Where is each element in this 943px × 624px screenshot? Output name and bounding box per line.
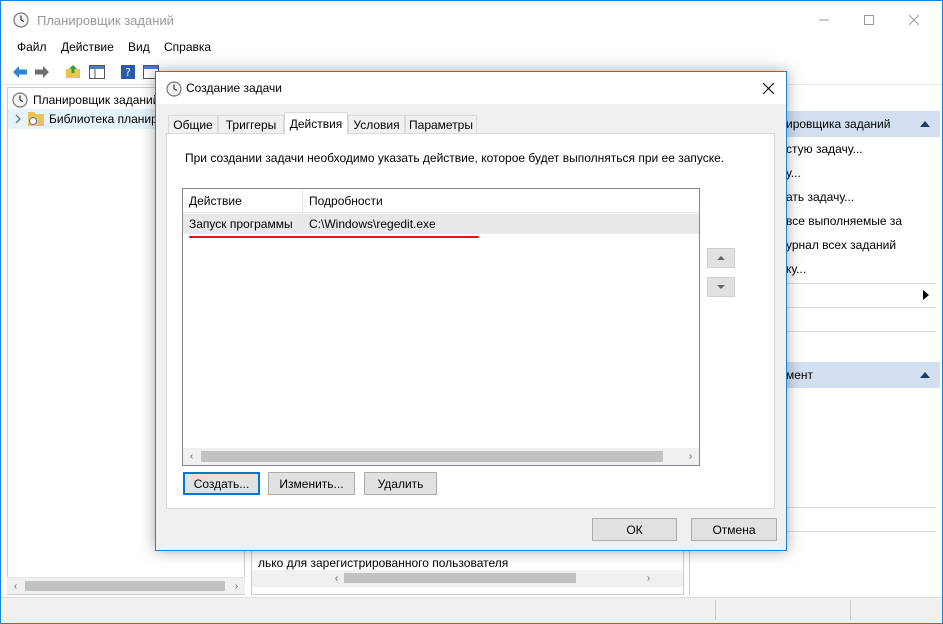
list-header: Действие Подробности	[183, 189, 699, 213]
scroll-left-icon[interactable]: ‹	[183, 448, 200, 465]
scroll-right-icon[interactable]: ›	[682, 448, 699, 465]
tab-actions[interactable]: Действия	[284, 112, 348, 135]
left-pane-scrollbar[interactable]: ‹ ›	[7, 577, 245, 594]
menu-action[interactable]: Действие	[61, 40, 114, 54]
separator	[776, 531, 936, 532]
close-icon	[909, 15, 919, 25]
minimize-icon	[819, 19, 829, 21]
scroll-left-icon[interactable]: ‹	[7, 578, 24, 595]
actions-header-label: ировщика заданий	[786, 117, 891, 131]
delete-button[interactable]: Удалить	[364, 472, 437, 495]
dialog-title: Создание задачи	[186, 81, 282, 95]
menu-file[interactable]: Файл	[17, 40, 47, 54]
arrow-up-icon	[717, 256, 725, 260]
table-row[interactable]: Запуск программы C:\Windows\regedit.exe	[183, 214, 699, 238]
back-arrow-icon	[13, 66, 27, 78]
edit-button[interactable]: Изменить...	[268, 472, 355, 495]
actions-header-label: мент	[786, 368, 814, 382]
action-create-task[interactable]: у...	[786, 166, 801, 180]
scroll-right-icon[interactable]: ›	[640, 570, 657, 587]
move-down-button[interactable]	[707, 277, 735, 297]
ok-button[interactable]: ОК	[592, 518, 677, 541]
tree-library-label: Библиотека планир	[49, 112, 158, 126]
separator	[776, 283, 936, 284]
arrow-down-icon	[717, 285, 725, 289]
move-up-button[interactable]	[707, 248, 735, 268]
separator	[776, 331, 936, 332]
maximize-button[interactable]	[846, 1, 892, 39]
action-create-basic-task[interactable]: стую задачу...	[786, 142, 863, 156]
close-icon	[762, 82, 774, 94]
forward-button[interactable]	[32, 62, 52, 82]
help-icon: ?	[121, 65, 135, 79]
status-segment	[1, 600, 716, 620]
center-status-text: лько для зарегистрированного пользовател…	[258, 556, 509, 570]
cell-action: Запуск программы	[189, 217, 293, 231]
close-button[interactable]	[891, 1, 937, 39]
tab-settings[interactable]: Параметры	[405, 115, 477, 134]
tab-conditions[interactable]: Условия	[348, 115, 405, 134]
submenu-arrow-icon[interactable]	[923, 290, 929, 300]
scroll-right-icon[interactable]: ›	[228, 578, 245, 595]
center-pane-scrollbar[interactable]: ‹ ›	[252, 570, 683, 587]
cancel-button[interactable]: Отмена	[691, 518, 777, 541]
actions-description: При создании задачи необходимо указать д…	[185, 151, 725, 165]
status-segment	[716, 600, 851, 620]
clock-icon	[13, 12, 29, 28]
main-titlebar[interactable]: Планировщик заданий	[1, 1, 942, 39]
dialog-close-button[interactable]	[750, 72, 786, 104]
highlight-underline	[189, 236, 479, 238]
scroll-thumb[interactable]	[344, 573, 576, 583]
menu-help[interactable]: Справка	[164, 40, 211, 54]
scroll-thumb[interactable]	[201, 451, 663, 462]
main-window-title: Планировщик заданий	[37, 13, 174, 28]
separator	[776, 507, 936, 508]
actions-tab-page: При создании задачи необходимо указать д…	[166, 133, 775, 509]
separator	[776, 307, 936, 308]
folder-up-icon	[66, 65, 80, 78]
dialog-titlebar[interactable]: Создание задачи	[156, 72, 786, 104]
clock-icon	[12, 92, 28, 108]
help-button[interactable]: ?	[118, 62, 138, 82]
statusbar	[1, 597, 942, 623]
column-action[interactable]: Действие	[183, 189, 303, 213]
action-import-task[interactable]: ать задачу...	[786, 190, 854, 204]
create-task-dialog: Создание задачи Общие Триггеры Действия …	[155, 71, 787, 551]
action-new-folder[interactable]: ку...	[786, 262, 806, 276]
collapse-up-icon[interactable]	[920, 121, 930, 127]
chevron-right-icon[interactable]	[15, 114, 22, 124]
forward-arrow-icon	[35, 66, 49, 78]
tab-general[interactable]: Общие	[168, 115, 218, 134]
actions-list[interactable]: Действие Подробности Запуск программы C:…	[182, 188, 700, 466]
menu-view[interactable]: Вид	[128, 40, 150, 54]
cell-details: C:\Windows\regedit.exe	[309, 217, 436, 231]
minimize-button[interactable]	[801, 1, 847, 39]
action-display-running[interactable]: все выполняемые за	[786, 214, 902, 228]
list-horizontal-scrollbar[interactable]: ‹ ›	[183, 448, 699, 465]
maximize-icon	[864, 15, 874, 25]
collapse-up-icon[interactable]	[920, 372, 930, 378]
tab-triggers[interactable]: Триггеры	[218, 115, 284, 134]
back-button[interactable]	[10, 62, 30, 82]
action-enable-history[interactable]: урнал всех заданий	[786, 238, 896, 252]
folder-clock-icon	[28, 112, 44, 126]
create-button[interactable]: Создать...	[183, 472, 260, 495]
menubar: Файл Действие Вид Справка	[1, 39, 942, 57]
svg-text:?: ?	[125, 66, 131, 79]
up-folder-button[interactable]	[63, 62, 83, 82]
clock-icon	[166, 81, 182, 97]
column-details[interactable]: Подробности	[303, 189, 699, 213]
scroll-thumb[interactable]	[25, 581, 225, 591]
console-tree-icon	[89, 65, 105, 79]
show-hide-console-button[interactable]	[87, 62, 107, 82]
tree-root-label: Планировщик заданий	[33, 93, 160, 107]
scroll-left-icon[interactable]: ‹	[328, 570, 345, 587]
